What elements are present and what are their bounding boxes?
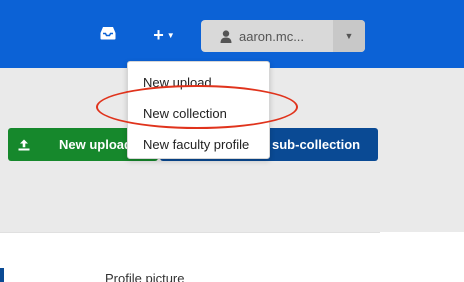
upload-icon bbox=[8, 139, 40, 151]
menu-item-new-upload[interactable]: New upload bbox=[128, 67, 269, 98]
user-button[interactable]: aaron.mc... bbox=[201, 20, 333, 52]
add-menu-button[interactable]: + ▼ bbox=[147, 22, 181, 48]
section-marker bbox=[0, 268, 4, 282]
page: + ▼ aaron.mc... ▼ New upload sub-collect… bbox=[0, 0, 464, 282]
menu-item-new-collection[interactable]: New collection bbox=[128, 98, 269, 129]
menu-item-new-faculty-profile[interactable]: New faculty profile bbox=[128, 129, 269, 160]
divider bbox=[0, 232, 380, 233]
chevron-down-icon: ▼ bbox=[344, 31, 354, 41]
user-name: aaron.mc... bbox=[239, 28, 305, 44]
user-menu: aaron.mc... ▼ bbox=[201, 20, 365, 52]
sub-collection-label: sub-collection bbox=[272, 137, 361, 152]
new-upload-label: New upload bbox=[59, 137, 132, 152]
chevron-down-icon: ▼ bbox=[166, 31, 175, 40]
inbox-button[interactable] bbox=[97, 25, 119, 45]
top-navbar: + ▼ aaron.mc... ▼ bbox=[0, 0, 464, 68]
menu-item-label: New collection bbox=[143, 106, 227, 121]
user-dropdown-toggle[interactable]: ▼ bbox=[333, 20, 365, 52]
plus-icon: + bbox=[153, 25, 164, 45]
add-dropdown-menu: New upload New collection New faculty pr… bbox=[127, 61, 270, 159]
person-icon bbox=[220, 29, 232, 43]
profile-picture-label: Profile picture bbox=[105, 271, 185, 282]
menu-item-label: New upload bbox=[143, 75, 212, 90]
inbox-icon bbox=[100, 26, 116, 45]
menu-item-label: New faculty profile bbox=[143, 137, 250, 152]
